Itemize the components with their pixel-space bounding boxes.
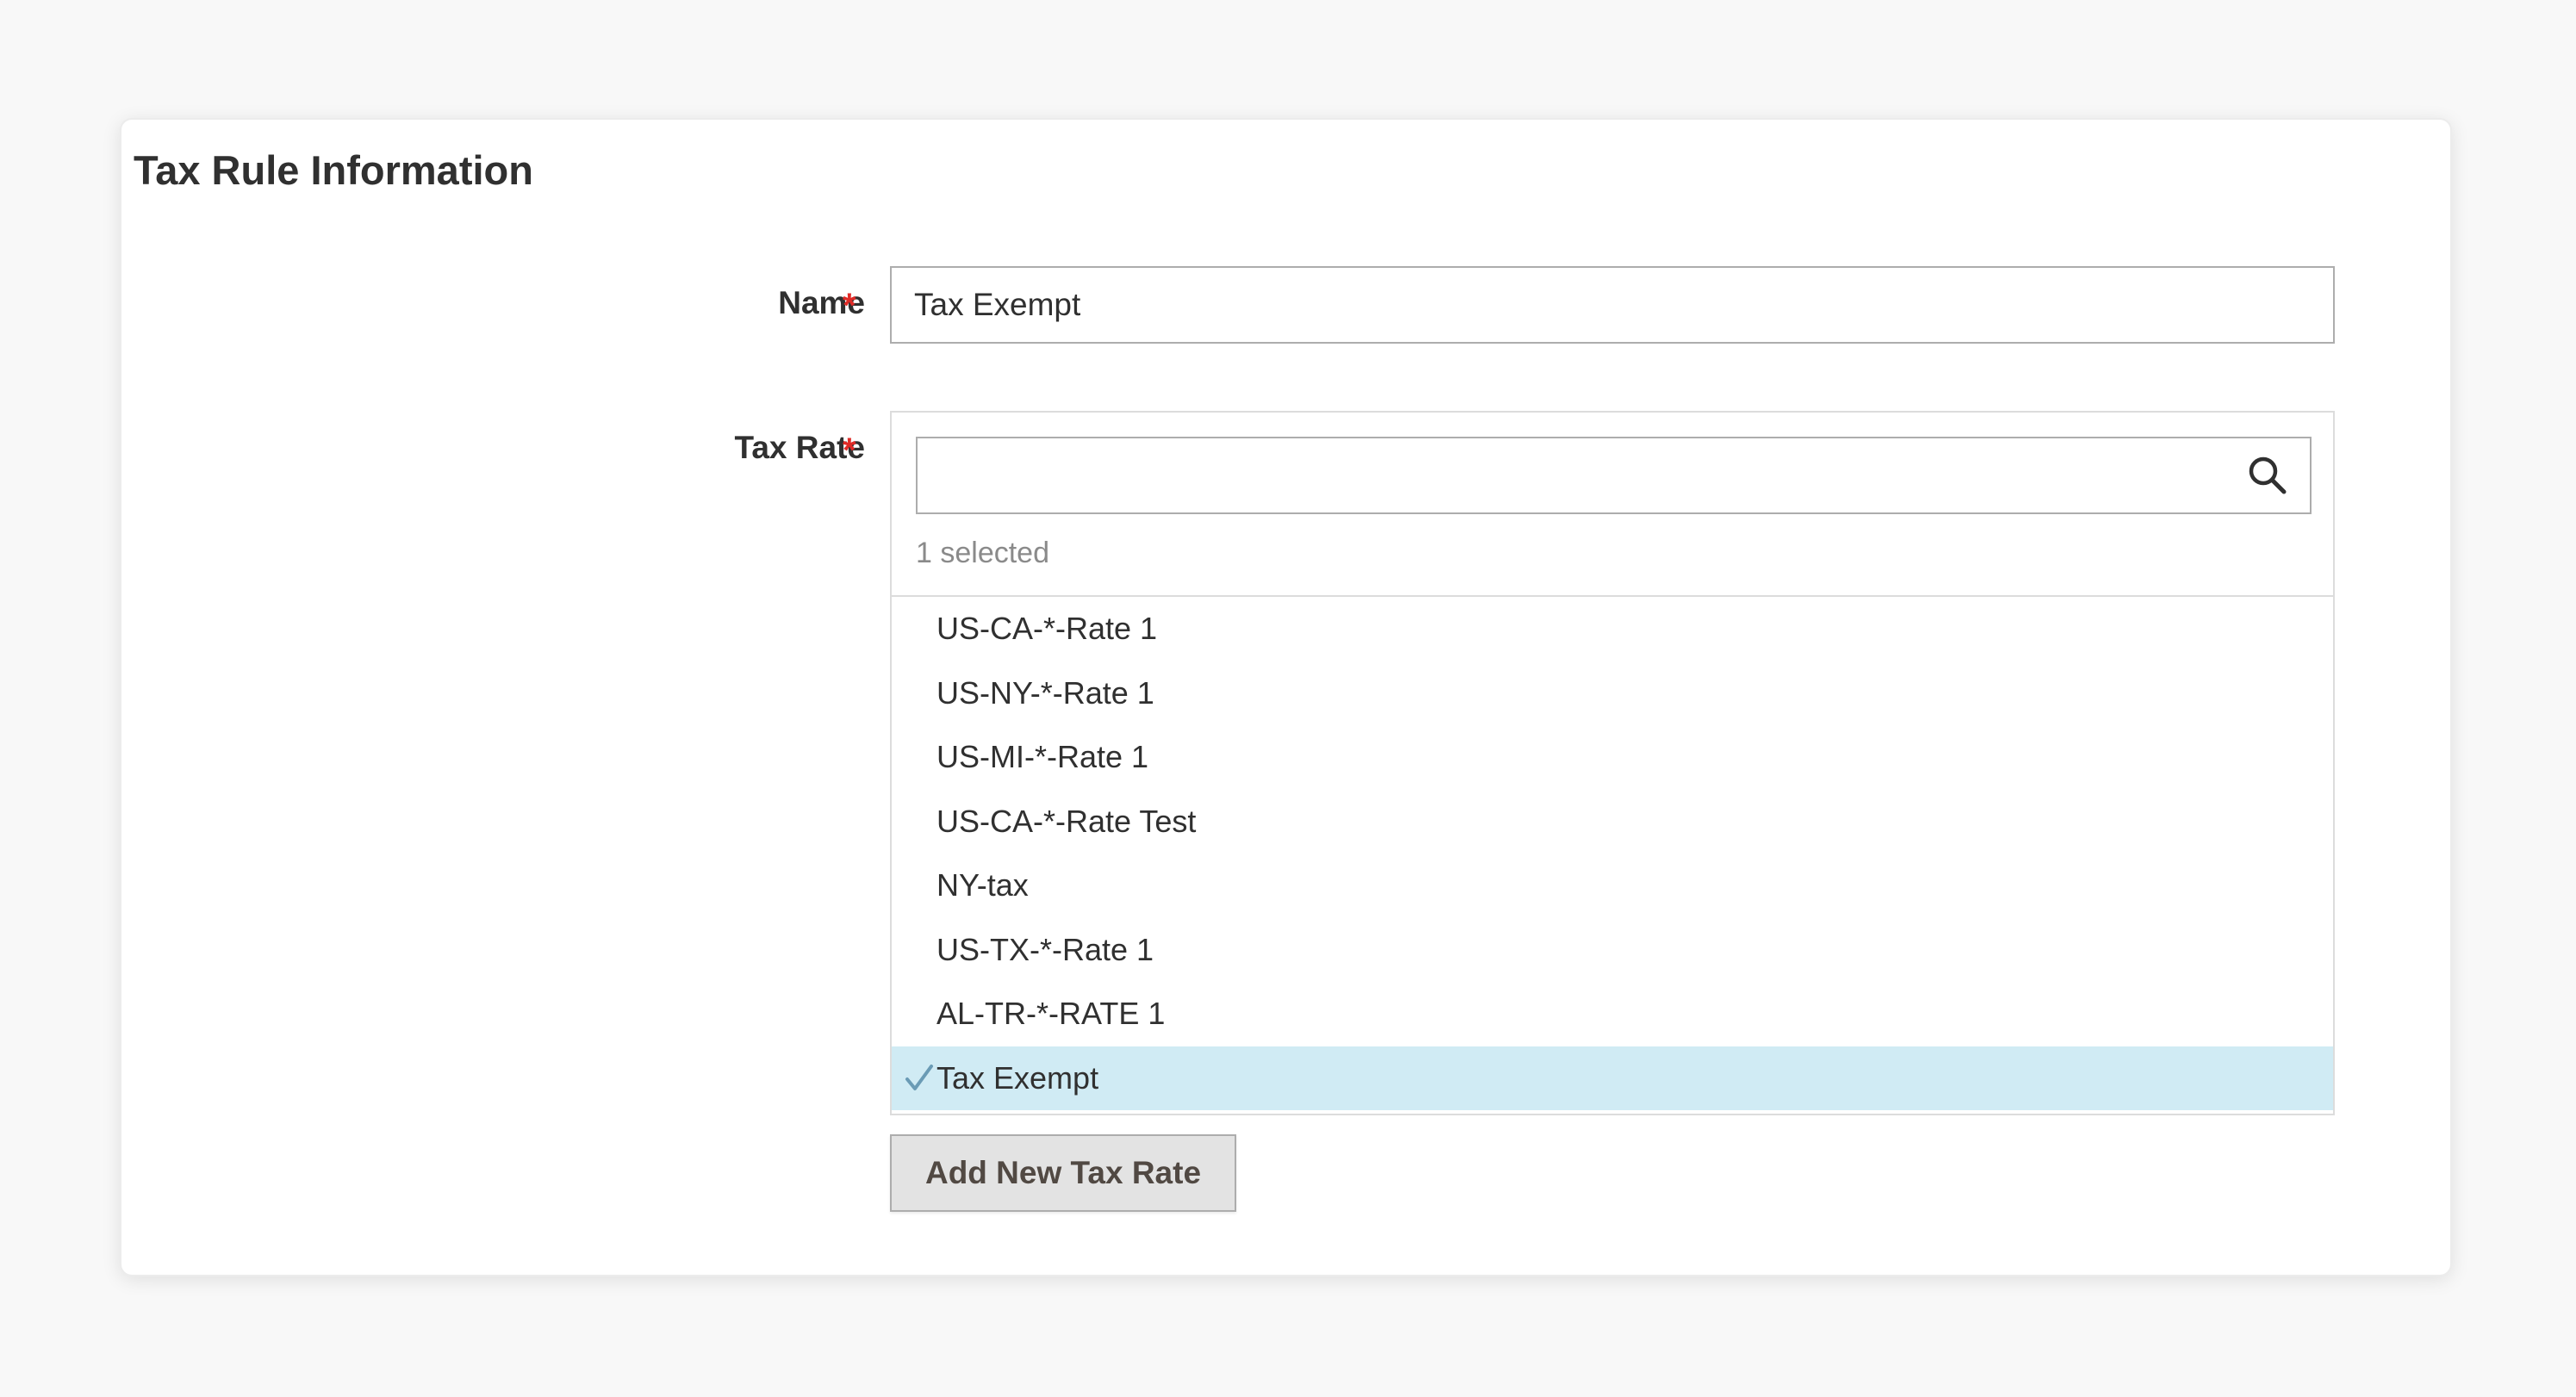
name-input[interactable] — [890, 266, 2335, 344]
option-label: AL-TR-*-RATE 1 — [936, 996, 1166, 1031]
option-label: US-CA-*-Rate 1 — [936, 611, 1158, 646]
check-icon — [905, 1064, 933, 1090]
section-title: Tax Rule Information — [134, 147, 533, 193]
option-label: US-MI-*-Rate 1 — [936, 739, 1149, 774]
multiselect-header: 1 selected — [892, 413, 2333, 597]
option-label: Tax Exempt — [936, 1059, 1099, 1096]
option-item[interactable]: US-TX-*-Rate 1 — [892, 918, 2333, 983]
add-new-tax-rate-button[interactable]: Add New Tax Rate — [890, 1134, 1236, 1212]
tax-rate-multiselect: 1 selected US-CA-*-Rate 1 US-NY-*-Rate 1… — [890, 411, 2335, 1115]
option-item[interactable]: US-CA-*-Rate 1 — [892, 597, 2333, 661]
tax-rule-card: Tax Rule Information Name * Tax Rate * 1… — [120, 118, 2452, 1276]
name-required-mark: * — [843, 287, 856, 325]
option-item[interactable]: US-CA-*-Rate Test — [892, 790, 2333, 854]
option-label: US-TX-*-Rate 1 — [936, 931, 1154, 967]
tax-rate-search-input[interactable] — [916, 437, 2312, 514]
option-item[interactable]: AL-TR-*-RATE 1 — [892, 982, 2333, 1046]
option-label: NY-tax — [936, 867, 1029, 903]
search-icon[interactable] — [2246, 454, 2289, 497]
option-label: US-NY-*-Rate 1 — [936, 674, 1154, 711]
option-label: US-CA-*-Rate Test — [936, 803, 1197, 839]
option-item[interactable]: NY-tax — [892, 854, 2333, 918]
selected-count: 1 selected — [916, 537, 1049, 569]
option-item-selected[interactable]: Tax Exempt — [892, 1046, 2333, 1110]
tax-rate-required-mark: * — [843, 432, 856, 469]
option-item[interactable]: US-NY-*-Rate 1 — [892, 661, 2333, 726]
option-item[interactable]: US-MI-*-Rate 1 — [892, 725, 2333, 790]
tax-rate-options-list: US-CA-*-Rate 1 US-NY-*-Rate 1 US-MI-*-Ra… — [892, 597, 2333, 1110]
